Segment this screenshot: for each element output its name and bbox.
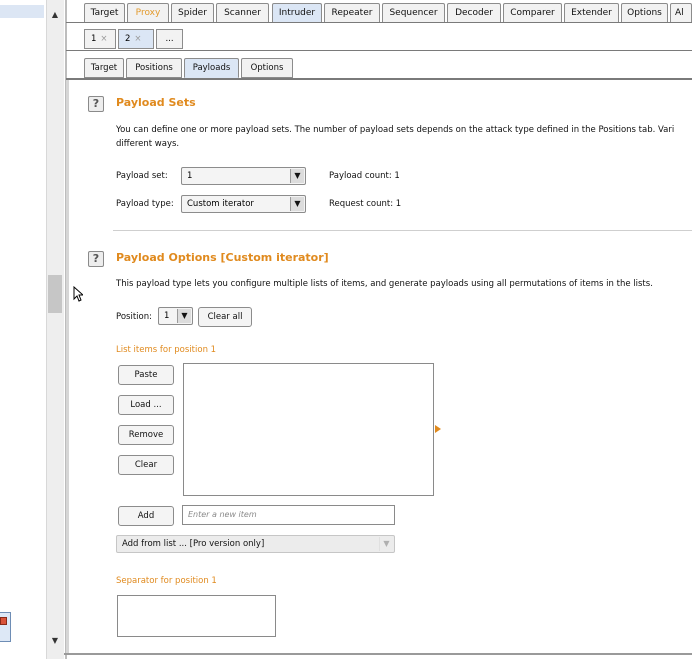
- subtab-payloads[interactable]: Payloads: [184, 58, 239, 78]
- request-tab-1[interactable]: 1 ×: [84, 29, 116, 49]
- tab-alerts[interactable]: Al: [670, 3, 692, 23]
- list-items-label: List items for position 1: [116, 345, 217, 355]
- clear-button[interactable]: Clear: [118, 455, 174, 475]
- vertical-scrollbar[interactable]: [46, 0, 65, 659]
- payload-type-label: Payload type:: [116, 199, 174, 209]
- subtab-options[interactable]: Options: [241, 58, 293, 78]
- list-items-box[interactable]: [183, 363, 434, 496]
- help-icon[interactable]: ?: [88, 251, 104, 267]
- payload-count-label: Payload count: 1: [329, 171, 400, 181]
- arrow-right-icon: [435, 425, 441, 433]
- payload-count-value: 1: [394, 171, 400, 181]
- request-count-value: 1: [395, 199, 402, 209]
- chevron-down-icon[interactable]: ▼: [177, 309, 191, 323]
- payload-type-value: Custom iterator: [187, 199, 254, 209]
- tab-repeater[interactable]: Repeater: [324, 3, 380, 23]
- chevron-down-icon[interactable]: ▼: [290, 197, 304, 211]
- tab-comparer[interactable]: Comparer: [503, 3, 562, 23]
- add-from-list-value: Add from list ... [Pro version only]: [122, 539, 265, 549]
- scroll-down-icon[interactable]: ▼: [46, 634, 64, 648]
- tab-proxy[interactable]: Proxy: [127, 3, 169, 23]
- panel-bottom-border: [64, 653, 692, 655]
- subtab-positions[interactable]: Positions: [126, 58, 182, 78]
- paste-button[interactable]: Paste: [118, 365, 174, 385]
- tab-target[interactable]: Target: [84, 3, 125, 23]
- request-tab-new[interactable]: ...: [156, 29, 183, 49]
- payload-set-value: 1: [187, 171, 193, 181]
- left-panel-red-icon: [0, 617, 7, 625]
- scrollbar-thumb[interactable]: [48, 275, 62, 313]
- payload-type-select[interactable]: Custom iterator ▼: [181, 195, 306, 213]
- chevron-down-icon[interactable]: ▼: [379, 537, 393, 551]
- left-panel-selected-row[interactable]: [0, 5, 44, 18]
- close-icon[interactable]: ×: [134, 34, 141, 44]
- left-panel: [0, 0, 46, 659]
- request-count-label: Request count: 1: [329, 199, 402, 209]
- position-label: Position:: [116, 312, 152, 322]
- request-tab-divider: [66, 50, 692, 51]
- payload-options-description: This payload type lets you configure mul…: [116, 279, 653, 289]
- scroll-up-icon[interactable]: ▲: [46, 8, 64, 22]
- remove-button[interactable]: Remove: [118, 425, 174, 445]
- new-item-input[interactable]: Enter a new item: [182, 505, 395, 525]
- separator-input[interactable]: [117, 595, 276, 637]
- help-icon[interactable]: ?: [88, 96, 104, 112]
- new-tab-label: ...: [165, 34, 174, 44]
- tab-scanner[interactable]: Scanner: [216, 3, 269, 23]
- section-divider: [113, 230, 692, 231]
- tab-intruder[interactable]: Intruder: [272, 3, 322, 23]
- tab-options[interactable]: Options: [621, 3, 668, 23]
- payload-set-label: Payload set:: [116, 171, 168, 181]
- position-select[interactable]: 1 ▼: [158, 307, 193, 325]
- tab-extender[interactable]: Extender: [564, 3, 619, 23]
- add-button[interactable]: Add: [118, 506, 174, 526]
- payload-sets-description: You can define one or more payload sets.…: [116, 125, 675, 135]
- request-tab-label: 2: [125, 34, 131, 44]
- payload-options-title: Payload Options [Custom iterator]: [116, 251, 329, 264]
- close-icon[interactable]: ×: [100, 34, 107, 44]
- request-tab-label: 1: [91, 34, 97, 44]
- tab-spider[interactable]: Spider: [171, 3, 214, 23]
- subtab-target[interactable]: Target: [84, 58, 124, 78]
- payload-sets-title: Payload Sets: [116, 96, 196, 109]
- request-tab-2[interactable]: 2 ×: [118, 29, 154, 49]
- position-value: 1: [164, 311, 170, 321]
- payload-sets-description-cont: different ways.: [116, 139, 180, 149]
- main-tab-divider: [66, 22, 692, 23]
- clear-all-button[interactable]: Clear all: [198, 307, 252, 327]
- tab-sequencer[interactable]: Sequencer: [382, 3, 445, 23]
- load-button[interactable]: Load ...: [118, 395, 174, 415]
- payload-set-select[interactable]: 1 ▼: [181, 167, 306, 185]
- tab-decoder[interactable]: Decoder: [447, 3, 501, 23]
- separator-label: Separator for position 1: [116, 576, 217, 586]
- add-from-list-select[interactable]: Add from list ... [Pro version only] ▼: [116, 535, 395, 553]
- mouse-cursor-icon: [73, 286, 83, 302]
- chevron-down-icon[interactable]: ▼: [290, 169, 304, 183]
